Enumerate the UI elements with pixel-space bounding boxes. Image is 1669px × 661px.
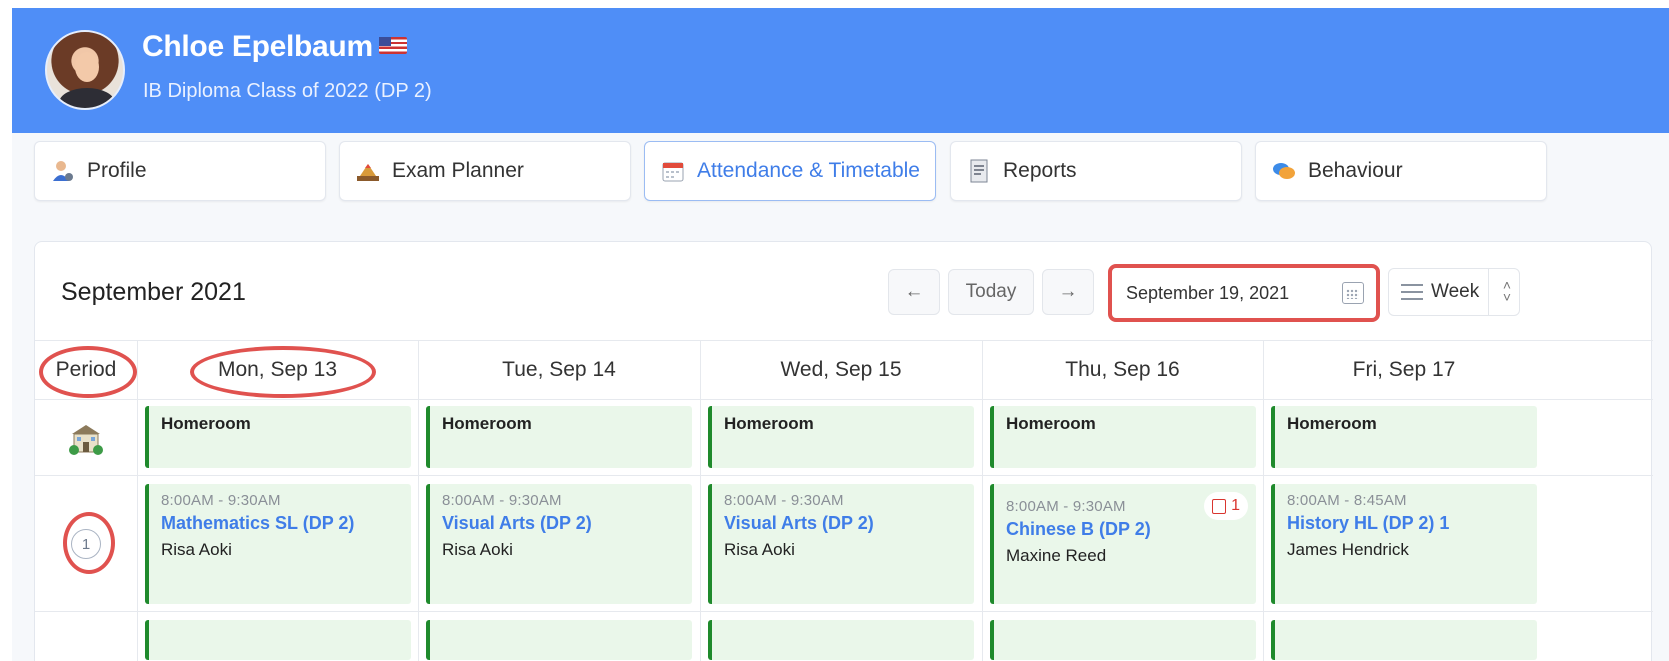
slot-teacher: James Hendrick (1287, 540, 1409, 559)
app-frame: Chloe Epelbaum IB Diploma Class of 2022 … (12, 8, 1669, 661)
calendar-picker-icon[interactable] (1342, 282, 1364, 304)
class-slot[interactable] (145, 620, 411, 660)
annotation-ring (63, 512, 115, 574)
student-class: IB Diploma Class of 2022 (DP 2) (143, 80, 432, 102)
behaviour-icon (1272, 159, 1296, 183)
day-header: Wed, Sep 15 (780, 358, 902, 381)
arrow-left-icon: ← (904, 281, 924, 302)
student-name-text: Chloe Epelbaum (142, 30, 373, 63)
calendar-alert-icon (1212, 498, 1227, 514)
slot-title: Homeroom (1006, 414, 1096, 433)
annotation-ring (190, 346, 376, 398)
prev-week-button[interactable]: ← (888, 269, 940, 315)
class-slot[interactable] (990, 620, 1256, 660)
badge-count: 1 (1231, 497, 1240, 514)
slot-subject-link[interactable]: Visual Arts (DP 2) (724, 513, 962, 534)
next-week-button[interactable]: → (1042, 269, 1094, 315)
day-header: Tue, Sep 14 (502, 358, 616, 381)
tab-label: Behaviour (1308, 159, 1403, 182)
slot-title: Homeroom (161, 414, 251, 433)
day-header: Fri, Sep 17 (1352, 358, 1456, 381)
slot-subject-link[interactable]: Chinese B (DP 2) (1006, 519, 1244, 540)
today-button[interactable]: Today (948, 269, 1034, 315)
avatar (45, 30, 125, 110)
us-flag-icon (378, 36, 407, 54)
report-icon (967, 159, 991, 183)
tab-label: Attendance & Timetable (697, 159, 920, 182)
date-picker-value: September 19, 2021 (1126, 282, 1290, 303)
slot-title: Homeroom (724, 414, 814, 433)
period-row (35, 612, 1653, 661)
class-slot[interactable]: 8:00AM - 9:30AM Mathematics SL (DP 2) Ri… (145, 484, 411, 604)
updown-chevron-icon: ˄ ˅ (1502, 277, 1511, 305)
day-header: Thu, Sep 16 (1065, 358, 1180, 381)
date-picker-field[interactable]: September 19, 2021 (1108, 264, 1380, 322)
slot-time: 8:00AM - 8:45AM (1287, 492, 1407, 509)
slot-teacher: Risa Aoki (161, 540, 232, 559)
exam-planner-icon (356, 159, 380, 183)
homeroom-slot[interactable]: Homeroom (426, 406, 692, 468)
class-slot[interactable] (1271, 620, 1537, 660)
view-select[interactable]: Week ˄ ˅ (1388, 268, 1520, 316)
tab-label: Exam Planner (392, 159, 524, 182)
slot-teacher: Maxine Reed (1006, 546, 1107, 565)
tab-profile[interactable]: Profile (34, 141, 326, 201)
tab-behaviour[interactable]: Behaviour (1255, 141, 1547, 201)
tab-attendance-timetable[interactable]: Attendance & Timetable (644, 141, 936, 201)
homeroom-period-cell (35, 400, 137, 476)
student-header: Chloe Epelbaum IB Diploma Class of 2022 … (12, 8, 1669, 133)
homeroom-slot[interactable]: Homeroom (1271, 406, 1537, 468)
slot-time: 8:00AM - 9:30AM (724, 492, 844, 509)
class-slot[interactable]: 8:00AM - 9:30AM Visual Arts (DP 2) Risa … (708, 484, 974, 604)
school-building-icon (68, 420, 104, 456)
tab-label: Profile (87, 159, 147, 182)
arrow-right-icon: → (1058, 281, 1078, 302)
attendance-badge[interactable]: 1 (1204, 492, 1248, 520)
homeroom-row: Homeroom Homeroom Homeroom Homeroom Home… (35, 400, 1653, 476)
calendar-icon (661, 159, 685, 183)
tab-reports[interactable]: Reports (950, 141, 1242, 201)
class-slot[interactable] (426, 620, 692, 660)
profile-icon (51, 159, 75, 183)
tab-label: Reports (1003, 159, 1077, 182)
tab-exam-planner[interactable]: Exam Planner (339, 141, 631, 201)
class-slot[interactable]: 8:00AM - 9:30AM Chinese B (DP 2) Maxine … (990, 484, 1256, 604)
annotation-ring (39, 346, 137, 398)
month-title: September 2021 (61, 278, 246, 306)
slot-title: Homeroom (442, 414, 532, 433)
view-select-value: Week (1431, 281, 1480, 302)
class-slot[interactable]: 8:00AM - 8:45AM History HL (DP 2) 1 Jame… (1271, 484, 1537, 604)
student-name: Chloe Epelbaum (142, 30, 407, 64)
homeroom-slot[interactable]: Homeroom (990, 406, 1256, 468)
slot-teacher: Risa Aoki (724, 540, 795, 559)
slot-title: Homeroom (1287, 414, 1377, 433)
slot-subject-link[interactable]: Mathematics SL (DP 2) (161, 513, 399, 534)
class-slot[interactable]: 8:00AM - 9:30AM Visual Arts (DP 2) Risa … (426, 484, 692, 604)
slot-subject-link[interactable]: Visual Arts (DP 2) (442, 513, 680, 534)
slot-time: 8:00AM - 9:30AM (161, 492, 281, 509)
homeroom-slot[interactable]: Homeroom (145, 406, 411, 468)
class-slot[interactable] (708, 620, 974, 660)
period-row: 1 8:00AM - 9:30AM Mathematics SL (DP 2) … (35, 476, 1653, 612)
timetable-card: September 2021 ← Today → September 19, 2… (34, 241, 1653, 661)
homeroom-slot[interactable]: Homeroom (708, 406, 974, 468)
slot-subject-link[interactable]: History HL (DP 2) 1 (1287, 513, 1525, 534)
slot-time: 8:00AM - 9:30AM (442, 492, 562, 509)
slot-teacher: Risa Aoki (442, 540, 513, 559)
list-icon (1401, 283, 1423, 301)
